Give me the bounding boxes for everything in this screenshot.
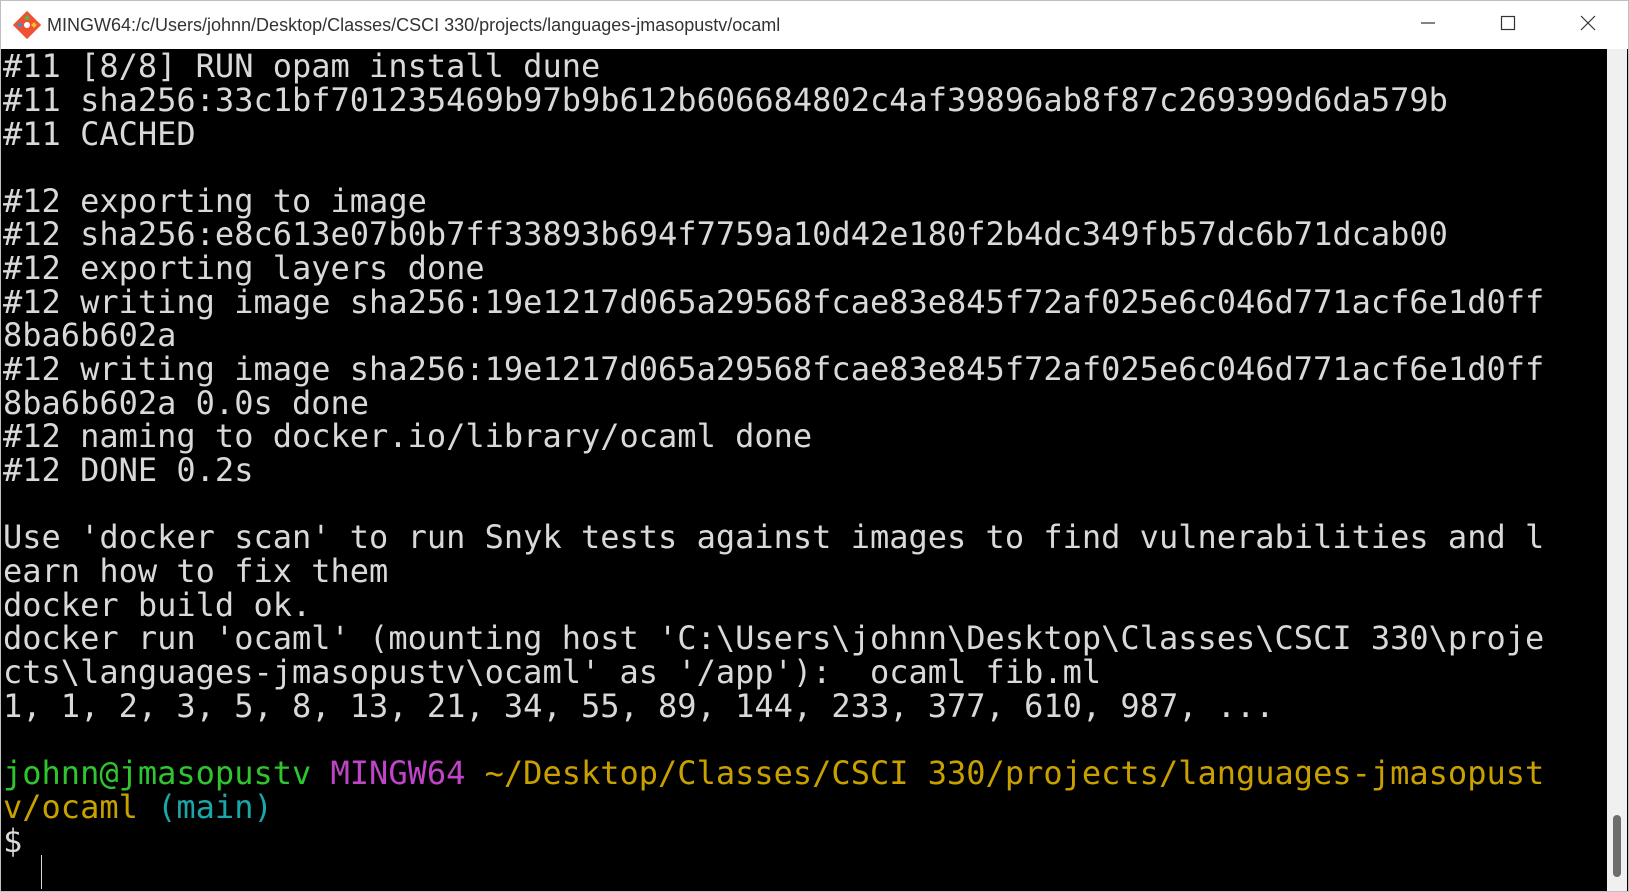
terminal-line: #11 sha256:33c1bf701235469b97b9b612b6066… (3, 81, 1448, 119)
terminal-line: #12 writing image sha256:19e1217d065a295… (3, 283, 1545, 321)
prompt-system: MINGW64 (330, 754, 466, 792)
maximize-icon (1500, 15, 1516, 36)
terminal-line: #11 CACHED (3, 115, 196, 153)
prompt-line: johnn@jmasopustv MINGW64 ~/Desktop/Class… (3, 756, 1544, 791)
vertical-scrollbar[interactable] (1607, 49, 1627, 891)
prompt-branch: (main) (157, 788, 273, 826)
prompt-line-continued: v/ocaml (main) (3, 790, 273, 825)
prompt-path: ~/Desktop/Classes/CSCI 330/projects/lang… (484, 754, 1545, 792)
terminal-line: #12 sha256:e8c613e07b0b7ff33893b694f7759… (3, 215, 1448, 253)
git-bash-icon (12, 10, 42, 40)
prompt-symbol: $ (3, 822, 23, 860)
terminal-line: 8ba6b602a 0.0s done (3, 384, 370, 422)
prompt-input-line[interactable]: $ (3, 824, 22, 859)
close-button[interactable] (1548, 1, 1628, 49)
title-bar[interactable]: MINGW64:/c/Users/johnn/Desktop/Classes/C… (1, 1, 1628, 49)
terminal-line: Use 'docker scan' to run Snyk tests agai… (3, 518, 1545, 556)
text-cursor (41, 855, 42, 889)
terminal-line: docker build ok. (3, 586, 312, 624)
prompt-path-continued: v/ocaml (3, 788, 138, 826)
terminal-line: #12 exporting layers done (3, 249, 485, 287)
window-title: MINGW64:/c/Users/johnn/Desktop/Classes/C… (47, 14, 781, 35)
terminal-line: #12 DONE 0.2s (3, 451, 254, 489)
terminal-line: cts\languages-jmasopustv\ocaml' as '/app… (3, 653, 1102, 691)
terminal-line: docker run 'ocaml' (mounting host 'C:\Us… (3, 619, 1545, 657)
minimize-button[interactable] (1388, 1, 1468, 49)
window-controls (1388, 1, 1628, 49)
terminal-line: 8ba6b602a (3, 316, 177, 354)
terminal-output[interactable]: #11 [8/8] RUN opam install dune #11 sha2… (1, 49, 1608, 891)
close-icon (1580, 15, 1596, 36)
terminal-window: MINGW64:/c/Users/johnn/Desktop/Classes/C… (0, 0, 1629, 892)
terminal-line: #11 [8/8] RUN opam install dune (3, 49, 601, 85)
terminal-line: #12 writing image sha256:19e1217d065a295… (3, 350, 1545, 388)
terminal-line: #12 naming to docker.io/library/ocaml do… (3, 417, 813, 455)
minimize-icon (1420, 15, 1436, 36)
maximize-button[interactable] (1468, 1, 1548, 49)
terminal-line: 1, 1, 2, 3, 5, 8, 13, 21, 34, 55, 89, 14… (3, 687, 1275, 725)
terminal-line: earn how to fix them (3, 552, 389, 590)
scrollbar-thumb[interactable] (1613, 815, 1621, 877)
terminal-line: #12 exporting to image (3, 182, 427, 220)
prompt-user-host: johnn@jmasopustv (3, 754, 312, 792)
